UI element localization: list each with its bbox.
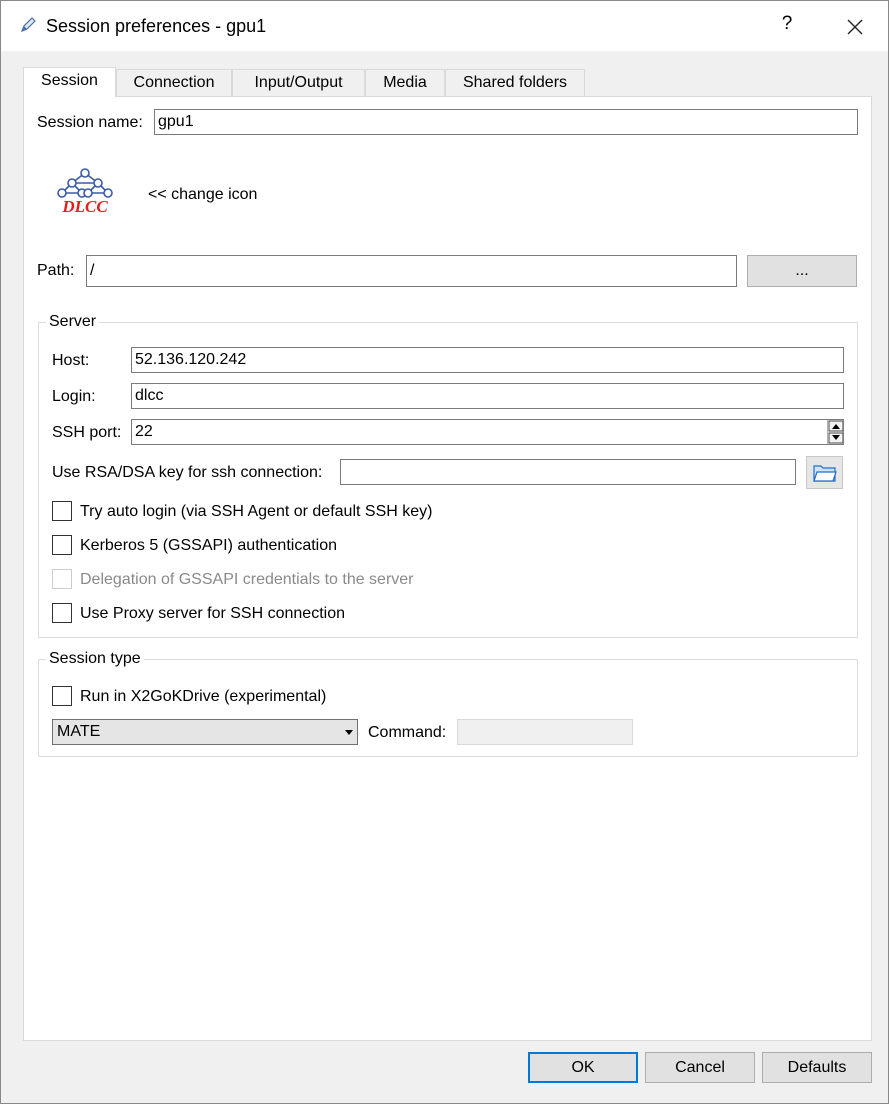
close-icon[interactable] — [841, 13, 869, 41]
cancel-button[interactable]: Cancel — [645, 1052, 755, 1083]
host-label: Host: — [52, 352, 90, 369]
command-input — [457, 719, 633, 745]
session-type-group-title: Session type — [46, 650, 144, 668]
host-input[interactable]: 52.136.120.242 — [131, 347, 844, 373]
x2gokdrive-label[interactable]: Run in X2GoKDrive (experimental) — [80, 688, 326, 706]
session-type-value: MATE — [57, 723, 101, 740]
title-bar: Session preferences - gpu1 ? — [1, 1, 888, 51]
session-icon-text: DLCC — [61, 197, 108, 216]
x2gokdrive-checkbox[interactable] — [52, 686, 72, 706]
session-name-label: Session name: — [37, 114, 143, 131]
path-input[interactable]: / — [86, 255, 737, 287]
session-name-input[interactable]: gpu1 — [154, 109, 858, 135]
rsa-key-input[interactable] — [340, 459, 796, 485]
gssapi-delegation-label: Delegation of GSSAPI credentials to the … — [80, 571, 414, 588]
tab-input-output[interactable]: Input/Output — [232, 69, 365, 96]
ok-button[interactable]: OK — [528, 1052, 638, 1083]
defaults-button[interactable]: Defaults — [762, 1052, 872, 1083]
auto-login-checkbox[interactable] — [52, 501, 72, 521]
rsa-key-label: Use RSA/DSA key for ssh connection: — [52, 464, 323, 481]
session-type-group: Session type Run in X2GoKDrive (experime… — [38, 650, 858, 757]
change-icon-label[interactable]: << change icon — [148, 186, 257, 204]
session-preferences-dialog: Session preferences - gpu1 ? Session Con… — [0, 0, 889, 1104]
tab-connection[interactable]: Connection — [116, 69, 232, 96]
session-icon[interactable]: DLCC — [54, 165, 116, 217]
window-title: Session preferences - gpu1 — [46, 16, 267, 36]
session-type-select[interactable]: MATE — [52, 719, 358, 745]
chevron-down-icon — [345, 730, 353, 735]
ssh-port-spinbox[interactable]: 22 — [131, 419, 844, 445]
login-label: Login: — [52, 388, 96, 405]
help-button[interactable]: ? — [777, 13, 797, 35]
ssh-port-label: SSH port: — [52, 424, 122, 441]
auto-login-label[interactable]: Try auto login (via SSH Agent or default… — [80, 503, 432, 521]
login-input[interactable]: dlcc — [131, 383, 844, 409]
spin-buttons[interactable] — [827, 420, 843, 444]
server-group: Server Host: 52.136.120.242 Login: dlcc … — [38, 313, 858, 638]
kerberos-label[interactable]: Kerberos 5 (GSSAPI) authentication — [80, 537, 337, 555]
proxy-label[interactable]: Use Proxy server for SSH connection — [80, 605, 345, 623]
session-tab-panel: Session name: gpu1 DLCC << change icon P… — [23, 96, 872, 1041]
gssapi-delegation-checkbox — [52, 569, 72, 589]
kerberos-checkbox[interactable] — [52, 535, 72, 555]
open-key-file-button[interactable] — [806, 456, 843, 489]
server-group-title: Server — [46, 313, 100, 331]
folder-icon — [813, 465, 837, 482]
command-label: Command: — [368, 724, 447, 741]
proxy-checkbox[interactable] — [52, 603, 72, 623]
ssh-port-value: 22 — [135, 423, 153, 440]
browse-path-button[interactable]: ... — [747, 255, 857, 287]
path-label: Path: — [37, 262, 75, 279]
tab-shared-folders[interactable]: Shared folders — [445, 69, 585, 96]
pencil-icon — [20, 17, 36, 33]
tab-session[interactable]: Session — [23, 67, 116, 97]
tab-media[interactable]: Media — [365, 69, 445, 96]
